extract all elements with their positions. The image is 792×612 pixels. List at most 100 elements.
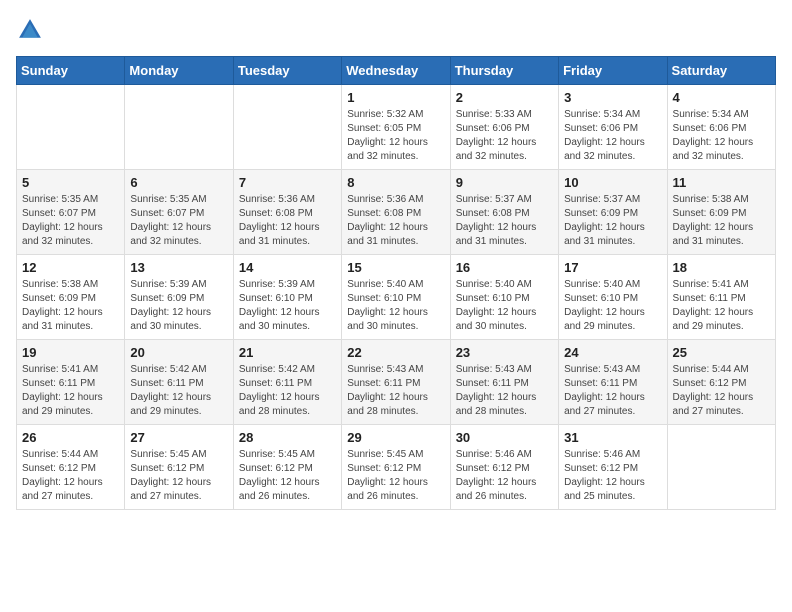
day-info: Sunrise: 5:36 AM Sunset: 6:08 PM Dayligh… (239, 193, 336, 249)
day-of-week-header: Tuesday (233, 57, 341, 85)
day-info: Sunrise: 5:41 AM Sunset: 6:11 PM Dayligh… (673, 278, 770, 334)
calendar-header-row: SundayMondayTuesdayWednesdayThursdayFrid… (17, 57, 776, 85)
day-info: Sunrise: 5:43 AM Sunset: 6:11 PM Dayligh… (564, 363, 661, 419)
calendar-cell: 29Sunrise: 5:45 AM Sunset: 6:12 PM Dayli… (342, 425, 450, 510)
day-number: 29 (347, 430, 444, 445)
calendar-cell: 3 Sunrise: 5:34 AM Sunset: 6:06 PM Daylig… (559, 85, 667, 170)
calendar-cell: 15 Sunrise: 5:40 AM Sunset: 6:10 PM Dayli… (342, 255, 450, 340)
day-info: Sunrise: 5:37 AM Sunset: 6:08 PM Dayligh… (456, 193, 553, 249)
day-info: Sunrise: 5:45 AM Sunset: 6:12 PM Dayligh… (130, 448, 227, 504)
day-info: Sunrise: 5:38 AM Sunset: 6:09 PM Dayligh… (22, 278, 119, 334)
calendar-cell: 17 Sunrise: 5:40 AM Sunset: 6:10 PM Dayli… (559, 255, 667, 340)
day-info: Sunrise: 5:46 AM Sunset: 6:12 PM Dayligh… (456, 448, 553, 504)
day-number: 14 (239, 260, 336, 275)
day-number: 2 (456, 90, 553, 105)
day-number: 30 (456, 430, 553, 445)
calendar-cell: 5 Sunrise: 5:35 AM Sunset: 6:07 PM Daylig… (17, 170, 125, 255)
day-number: 28 (239, 430, 336, 445)
calendar-cell: 30 Sunrise: 5:46 AM Sunset: 6:12 PM Dayli… (450, 425, 558, 510)
calendar-cell: 19 Sunrise: 5:41 AM Sunset: 6:11 PM Dayli… (17, 340, 125, 425)
calendar-week-row: 19 Sunrise: 5:41 AM Sunset: 6:11 PM Dayli… (17, 340, 776, 425)
day-info: Sunrise: 5:38 AM Sunset: 6:09 PM Dayligh… (673, 193, 770, 249)
day-of-week-header: Thursday (450, 57, 558, 85)
calendar-cell: 2 Sunrise: 5:33 AM Sunset: 6:06 PM Daylig… (450, 85, 558, 170)
day-number: 9 (456, 175, 553, 190)
day-number: 10 (564, 175, 661, 190)
day-info: Sunrise: 5:34 AM Sunset: 6:06 PM Dayligh… (673, 108, 770, 164)
day-number: 4 (673, 90, 770, 105)
calendar-cell: 24 Sunrise: 5:43 AM Sunset: 6:11 PM Dayli… (559, 340, 667, 425)
calendar-cell: 31 Sunrise: 5:46 AM Sunset: 6:12 PM Dayli… (559, 425, 667, 510)
calendar-cell: 6 Sunrise: 5:35 AM Sunset: 6:07 PM Daylig… (125, 170, 233, 255)
calendar-cell (17, 85, 125, 170)
day-number: 3 (564, 90, 661, 105)
day-info: Sunrise: 5:37 AM Sunset: 6:09 PM Dayligh… (564, 193, 661, 249)
calendar-cell: 10 Sunrise: 5:37 AM Sunset: 6:09 PM Dayli… (559, 170, 667, 255)
day-of-week-header: Wednesday (342, 57, 450, 85)
day-number: 31 (564, 430, 661, 445)
day-number: 18 (673, 260, 770, 275)
day-info: Sunrise: 5:42 AM Sunset: 6:11 PM Dayligh… (130, 363, 227, 419)
calendar-cell: 1Sunrise: 5:32 AM Sunset: 6:05 PM Daylig… (342, 85, 450, 170)
calendar-cell: 13 Sunrise: 5:39 AM Sunset: 6:09 PM Dayli… (125, 255, 233, 340)
day-of-week-header: Friday (559, 57, 667, 85)
day-info: Sunrise: 5:42 AM Sunset: 6:11 PM Dayligh… (239, 363, 336, 419)
calendar-week-row: 26 Sunrise: 5:44 AM Sunset: 6:12 PM Dayli… (17, 425, 776, 510)
day-number: 6 (130, 175, 227, 190)
day-info: Sunrise: 5:40 AM Sunset: 6:10 PM Dayligh… (564, 278, 661, 334)
calendar-cell: 23 Sunrise: 5:43 AM Sunset: 6:11 PM Dayli… (450, 340, 558, 425)
day-number: 13 (130, 260, 227, 275)
day-info: Sunrise: 5:44 AM Sunset: 6:12 PM Dayligh… (22, 448, 119, 504)
calendar-cell (667, 425, 775, 510)
calendar-cell: 16 Sunrise: 5:40 AM Sunset: 6:10 PM Dayli… (450, 255, 558, 340)
calendar-cell: 22Sunrise: 5:43 AM Sunset: 6:11 PM Dayli… (342, 340, 450, 425)
day-number: 25 (673, 345, 770, 360)
day-info: Sunrise: 5:40 AM Sunset: 6:10 PM Dayligh… (456, 278, 553, 334)
calendar-week-row: 5 Sunrise: 5:35 AM Sunset: 6:07 PM Daylig… (17, 170, 776, 255)
calendar-table: SundayMondayTuesdayWednesdayThursdayFrid… (16, 56, 776, 510)
calendar-cell: 27 Sunrise: 5:45 AM Sunset: 6:12 PM Dayli… (125, 425, 233, 510)
day-number: 24 (564, 345, 661, 360)
day-info: Sunrise: 5:36 AM Sunset: 6:08 PM Dayligh… (347, 193, 444, 249)
day-number: 17 (564, 260, 661, 275)
day-number: 7 (239, 175, 336, 190)
calendar-cell: 11Sunrise: 5:38 AM Sunset: 6:09 PM Dayli… (667, 170, 775, 255)
calendar-cell: 18 Sunrise: 5:41 AM Sunset: 6:11 PM Dayli… (667, 255, 775, 340)
calendar-cell: 25 Sunrise: 5:44 AM Sunset: 6:12 PM Dayli… (667, 340, 775, 425)
day-info: Sunrise: 5:39 AM Sunset: 6:10 PM Dayligh… (239, 278, 336, 334)
calendar-week-row: 12Sunrise: 5:38 AM Sunset: 6:09 PM Dayli… (17, 255, 776, 340)
calendar-cell: 26 Sunrise: 5:44 AM Sunset: 6:12 PM Dayli… (17, 425, 125, 510)
day-info: Sunrise: 5:45 AM Sunset: 6:12 PM Dayligh… (239, 448, 336, 504)
calendar-cell: 4 Sunrise: 5:34 AM Sunset: 6:06 PM Daylig… (667, 85, 775, 170)
day-number: 21 (239, 345, 336, 360)
calendar-cell: 28 Sunrise: 5:45 AM Sunset: 6:12 PM Dayli… (233, 425, 341, 510)
day-number: 1 (347, 90, 444, 105)
day-number: 15 (347, 260, 444, 275)
logo (16, 16, 48, 44)
day-info: Sunrise: 5:34 AM Sunset: 6:06 PM Dayligh… (564, 108, 661, 164)
day-number: 19 (22, 345, 119, 360)
day-number: 23 (456, 345, 553, 360)
day-info: Sunrise: 5:33 AM Sunset: 6:06 PM Dayligh… (456, 108, 553, 164)
day-of-week-header: Sunday (17, 57, 125, 85)
day-info: Sunrise: 5:39 AM Sunset: 6:09 PM Dayligh… (130, 278, 227, 334)
calendar-cell: 9 Sunrise: 5:37 AM Sunset: 6:08 PM Daylig… (450, 170, 558, 255)
calendar-cell: 8 Sunrise: 5:36 AM Sunset: 6:08 PM Daylig… (342, 170, 450, 255)
day-info: Sunrise: 5:41 AM Sunset: 6:11 PM Dayligh… (22, 363, 119, 419)
day-info: Sunrise: 5:46 AM Sunset: 6:12 PM Dayligh… (564, 448, 661, 504)
day-number: 27 (130, 430, 227, 445)
day-number: 16 (456, 260, 553, 275)
day-number: 8 (347, 175, 444, 190)
calendar-cell: 21 Sunrise: 5:42 AM Sunset: 6:11 PM Dayli… (233, 340, 341, 425)
logo-icon (16, 16, 44, 44)
day-info: Sunrise: 5:35 AM Sunset: 6:07 PM Dayligh… (130, 193, 227, 249)
day-number: 26 (22, 430, 119, 445)
day-info: Sunrise: 5:43 AM Sunset: 6:11 PM Dayligh… (456, 363, 553, 419)
day-number: 5 (22, 175, 119, 190)
day-info: Sunrise: 5:35 AM Sunset: 6:07 PM Dayligh… (22, 193, 119, 249)
day-info: Sunrise: 5:44 AM Sunset: 6:12 PM Dayligh… (673, 363, 770, 419)
calendar-cell: 7 Sunrise: 5:36 AM Sunset: 6:08 PM Daylig… (233, 170, 341, 255)
calendar-week-row: 1Sunrise: 5:32 AM Sunset: 6:05 PM Daylig… (17, 85, 776, 170)
day-info: Sunrise: 5:40 AM Sunset: 6:10 PM Dayligh… (347, 278, 444, 334)
calendar-cell: 14 Sunrise: 5:39 AM Sunset: 6:10 PM Dayli… (233, 255, 341, 340)
